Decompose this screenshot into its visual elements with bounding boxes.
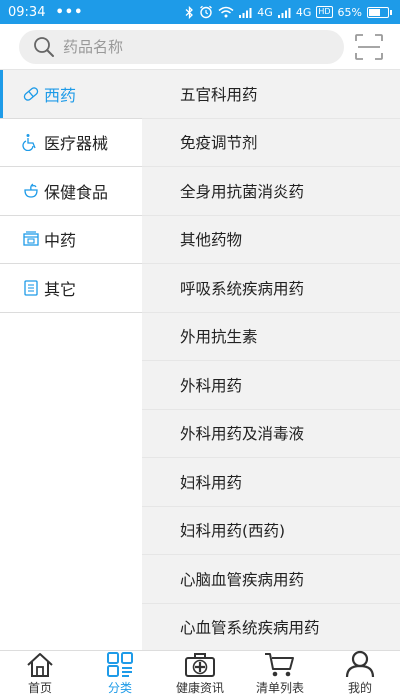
signal-label-2: 4G [295,5,312,19]
alarm-icon [199,5,213,19]
search-input[interactable] [63,38,303,56]
nav-label: 首页 [27,681,52,695]
pill-icon [22,85,40,103]
home-icon [25,652,55,679]
battery-percent: 65% [337,5,362,19]
subcategory-list: 五官科用药 免疫调节剂 全身用抗菌消炎药 其他药物 呼吸系统疾病用药 外用抗生素… [142,70,400,650]
list-item[interactable]: 妇科用药(西药) [142,507,400,555]
sidebar-item-label: 中药 [44,231,77,251]
health-food-icon [22,182,40,200]
sidebar-item-health-food[interactable]: 保健食品 [0,167,142,216]
list-item[interactable]: 免疫调节剂 [142,119,400,167]
list-item[interactable]: 全身用抗菌消炎药 [142,167,400,216]
sidebar-item-label: 西药 [44,85,77,105]
status-dots: ••• [55,4,84,20]
status-icons: 4G 4G HD 65% [185,5,392,19]
bottom-nav: 首页 分类 健康资讯 清单列表 我的 [0,650,400,700]
signal-icon [277,7,291,18]
medical-kit-icon [184,652,216,679]
list-item[interactable]: 心脑血管疾病用药 [142,555,400,604]
list-item[interactable]: 外科用药 [142,361,400,410]
nav-label: 健康资讯 [175,681,224,695]
bluetooth-icon [185,5,194,19]
sidebar-item-chinese-medicine[interactable]: 中药 [0,215,142,264]
nav-profile[interactable]: 我的 [320,650,400,700]
user-icon [345,650,375,679]
list-item[interactable]: 五官科用药 [142,70,400,119]
sidebar-item-other[interactable]: 其它 [0,264,142,313]
status-time: 09:34 [8,4,46,20]
status-bar: 09:34 ••• 4G 4G HD 65% [0,0,400,24]
sidebar-item-medical-devices[interactable]: 医疗器械 [0,118,142,167]
sidebar-item-label: 其它 [44,279,77,299]
nav-label: 我的 [347,681,372,695]
signal-icon [239,7,252,18]
wifi-icon [218,6,234,18]
nav-home[interactable]: 首页 [0,651,80,700]
scan-icon[interactable] [354,33,384,61]
search-bar[interactable] [19,30,344,64]
sidebar-item-label: 保健食品 [44,182,109,202]
hd-badge: HD [316,6,333,18]
nav-label: 清单列表 [255,681,304,695]
list-item[interactable]: 其他药物 [142,216,400,264]
sidebar-item-western-medicine[interactable]: 西药 [0,70,142,119]
list-item[interactable]: 外科用药及消毒液 [142,410,400,458]
list-item[interactable]: 心血管系统疾病用药 [142,604,400,651]
nav-shopping-list[interactable]: 清单列表 [240,651,320,700]
nav-health-news[interactable]: 健康资讯 [160,651,240,700]
sidebar-item-label: 医疗器械 [44,134,109,154]
nav-label: 分类 [107,681,132,695]
category-grid-icon [105,652,135,679]
list-item[interactable]: 妇科用药 [142,458,400,507]
cart-icon [264,652,296,679]
notepad-icon [22,279,40,297]
category-sidebar: 西药 医疗器械 保健食品 中药 其它 [0,70,142,650]
wheelchair-icon [22,133,40,152]
list-item[interactable]: 呼吸系统疾病用药 [142,264,400,313]
nav-category[interactable]: 分类 [80,651,160,700]
list-item[interactable]: 外用抗生素 [142,313,400,361]
herbal-box-icon [22,230,40,248]
search-icon [33,36,55,58]
battery-icon [367,6,392,18]
search-header [0,24,400,70]
signal-label-1: 4G [257,5,273,19]
